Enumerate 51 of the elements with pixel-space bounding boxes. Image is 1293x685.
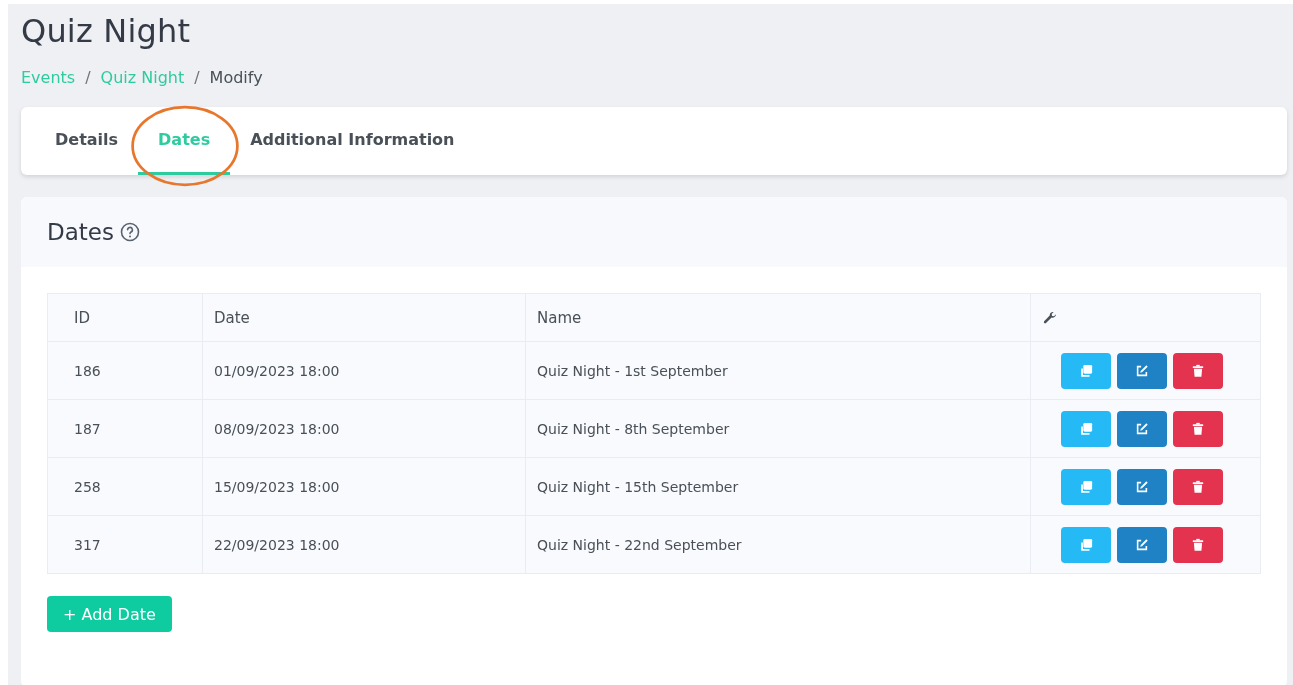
trash-icon [1191, 479, 1205, 494]
edit-icon [1135, 537, 1149, 552]
table-cell: Quiz Night - 8th September [525, 399, 1031, 458]
table-cell: 01/09/2023 18:00 [202, 341, 526, 400]
breadcrumb-separator: / [85, 68, 91, 87]
table-cell: Quiz Night - 15th September [525, 457, 1031, 516]
duplicate-button[interactable] [1061, 352, 1111, 389]
delete-button[interactable] [1173, 468, 1223, 505]
edit-button[interactable] [1117, 526, 1167, 563]
table-cell: 08/09/2023 18:00 [202, 399, 526, 458]
help-icon[interactable] [119, 222, 140, 242]
duplicate-button[interactable] [1061, 468, 1111, 505]
edit-button[interactable] [1117, 352, 1167, 389]
copy-icon [1079, 479, 1093, 494]
table-cell: 317 [47, 515, 203, 574]
tab[interactable]: Additional Information [230, 107, 475, 175]
edit-icon [1135, 363, 1149, 378]
column-header: Name [537, 308, 582, 327]
edit-button[interactable] [1117, 468, 1167, 505]
section-title: Dates [47, 219, 114, 245]
add-date-button[interactable]: + Add Date [47, 596, 172, 632]
table-cell: Quiz Night - 22nd September [525, 515, 1031, 574]
breadcrumb-link[interactable]: Quiz Night [100, 68, 185, 87]
wrench-icon [1042, 309, 1058, 326]
delete-button[interactable] [1173, 526, 1223, 563]
table-cell: 22/09/2023 18:00 [202, 515, 526, 574]
column-header: Date [214, 308, 250, 327]
copy-icon [1079, 363, 1093, 378]
edit-icon [1135, 421, 1149, 436]
copy-icon [1079, 421, 1093, 436]
column-header: ID [74, 308, 90, 327]
edit-icon [1135, 479, 1149, 494]
trash-icon [1191, 363, 1205, 378]
tab[interactable]: Details [35, 107, 139, 175]
table-cell: 187 [47, 399, 203, 458]
duplicate-button[interactable] [1061, 410, 1111, 447]
table-cell: 258 [47, 457, 203, 516]
page-title: Quiz Night [21, 12, 191, 50]
copy-icon [1079, 537, 1093, 552]
delete-button[interactable] [1173, 410, 1223, 447]
delete-button[interactable] [1173, 352, 1223, 389]
duplicate-button[interactable] [1061, 526, 1111, 563]
trash-icon [1191, 537, 1205, 552]
trash-icon [1191, 421, 1205, 436]
breadcrumb-current: Modify [209, 68, 263, 87]
table-cell: 186 [47, 341, 203, 400]
breadcrumb-link[interactable]: Events [21, 68, 76, 87]
table-cell: Quiz Night - 1st September [525, 341, 1031, 400]
edit-button[interactable] [1117, 410, 1167, 447]
breadcrumb-separator: / [194, 68, 200, 87]
table-cell: 15/09/2023 18:00 [202, 457, 526, 516]
